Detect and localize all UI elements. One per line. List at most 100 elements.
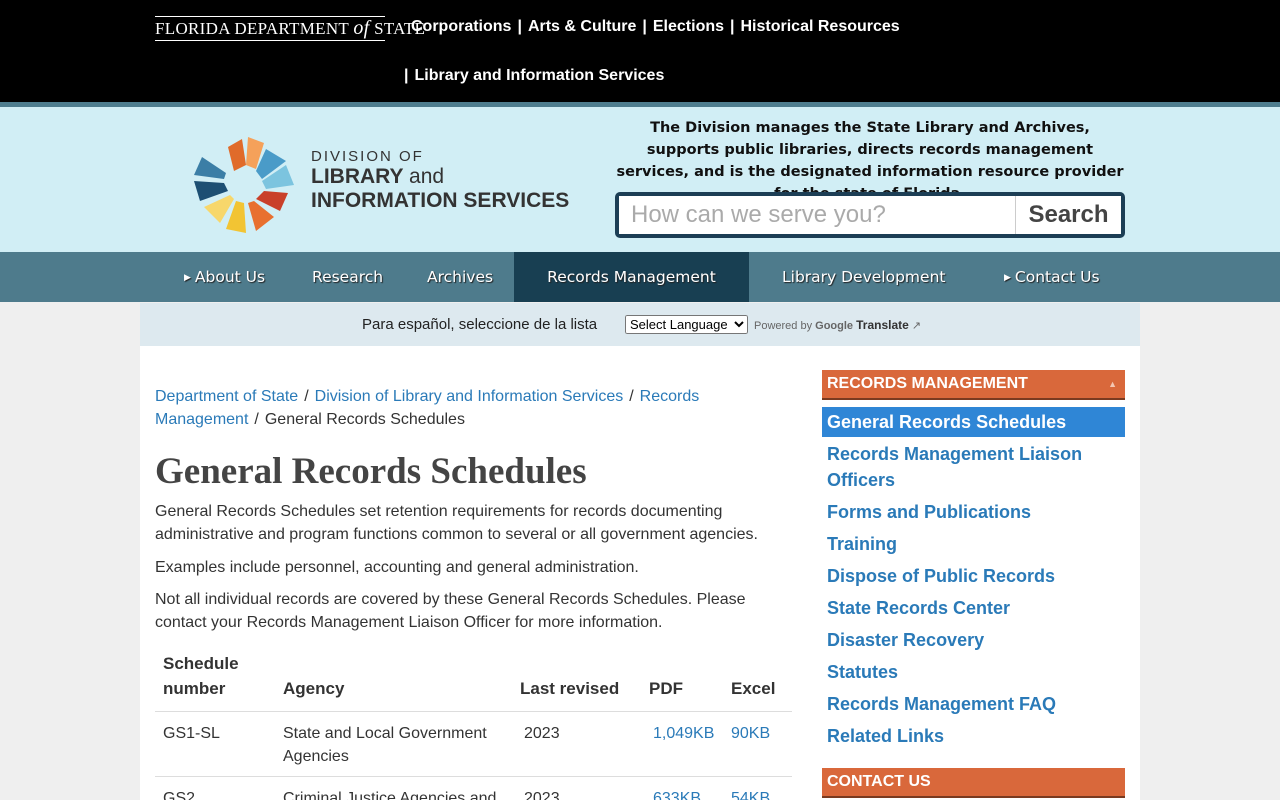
- nav-label: Research: [312, 268, 384, 286]
- nav-label: Contact Us: [1014, 268, 1100, 286]
- breadcrumb-division[interactable]: Division of Library and Information Serv…: [315, 388, 624, 405]
- external-link-icon: ↗: [911, 320, 922, 332]
- sidebar-heading-contact-us[interactable]: CONTACT US: [822, 768, 1125, 798]
- sidebar-item-training[interactable]: Training: [822, 529, 1125, 559]
- top-nav-row-2: | Library and Information Services: [398, 67, 664, 85]
- sidebar-item-general-records-schedules[interactable]: General Records Schedules: [822, 407, 1125, 437]
- collapse-up-icon[interactable]: ▲: [1108, 370, 1117, 398]
- page-title: General Records Schedules: [155, 451, 587, 492]
- site-search: Search: [615, 192, 1125, 238]
- sidebar-heading-label: RECORDS MANAGEMENT: [827, 375, 1028, 392]
- cell-schedule-number: GS1-SL: [155, 711, 275, 777]
- cell-agency: Criminal Justice Agencies and: [275, 776, 512, 800]
- search-button[interactable]: Search: [1015, 196, 1121, 234]
- breadcrumb-separator: /: [254, 411, 259, 428]
- logo-library: LIBRARY: [311, 165, 404, 188]
- sidebar-heading-label: CONTACT US: [827, 773, 931, 790]
- caret-right-icon: ▶: [1004, 273, 1011, 283]
- intro-paragraph: General Records Schedules set retention …: [155, 503, 758, 543]
- topnav-corporations[interactable]: Corporations: [411, 18, 511, 35]
- sidebar-heading-records-management[interactable]: RECORDS MANAGEMENT ▲: [822, 370, 1125, 400]
- nav-library-development[interactable]: Library Development: [782, 252, 945, 302]
- col-last-revised: Last revised: [512, 651, 641, 712]
- sidebar-item-liaison-officers[interactable]: Records Management Liaison Officers: [822, 439, 1125, 495]
- logo-text-part: FLORIDA DEPARTMENT: [155, 19, 349, 38]
- florida-department-of-state-logo[interactable]: FLORIDA DEPARTMENT of STATE: [155, 16, 425, 41]
- translate-bar: Para español, seleccione de la lista Sel…: [140, 303, 1140, 346]
- examples-paragraph: Examples include personnel, accounting a…: [155, 559, 639, 576]
- main-navigation: ▶ About Us Research Archives Records Mana…: [0, 252, 1280, 302]
- topnav-historical-resources[interactable]: Historical Resources: [741, 18, 900, 35]
- powered-by-text: Powered by: [754, 320, 813, 332]
- topnav-separator: |: [642, 18, 647, 35]
- division-logo-text[interactable]: DIVISION OF LIBRARY and INFORMATION SERV…: [311, 149, 569, 213]
- search-input[interactable]: [619, 196, 1015, 234]
- logo-line-1: DIVISION OF: [311, 148, 424, 165]
- cell-pdf: 1,049KB: [641, 711, 723, 777]
- nav-label: Archives: [427, 268, 494, 286]
- col-pdf: PDF: [641, 651, 723, 712]
- sidebar-menu: General Records Schedules Records Manage…: [822, 407, 1125, 751]
- logo-line-3: INFORMATION SERVICES: [311, 189, 570, 212]
- top-nav-row-1: Corporations | Arts & Culture | Elections | Hi…: [411, 18, 900, 36]
- google-translate-link[interactable]: Translate: [856, 318, 909, 332]
- cell-last-revised: 2023: [512, 776, 641, 800]
- cell-excel: 90KB: [723, 711, 792, 777]
- header-banner: DIVISION OF LIBRARY and INFORMATION SERV…: [0, 107, 1280, 252]
- main-content: Department of State / Division of Library …: [140, 346, 1140, 800]
- topnav-separator: |: [404, 67, 409, 84]
- table-row: GS2 Criminal Justice Agencies and 2023 6…: [155, 776, 792, 800]
- table-row: GS1-SL State and Local Government Agenci…: [155, 711, 792, 777]
- sidebar-item-disaster-recovery[interactable]: Disaster Recovery: [822, 625, 1125, 655]
- top-bar: FLORIDA DEPARTMENT of STATE Corporations…: [0, 0, 1280, 102]
- cell-last-revised: 2023: [512, 711, 641, 777]
- sidebar-item-state-records-center[interactable]: State Records Center: [822, 593, 1125, 623]
- topnav-separator: |: [517, 18, 522, 35]
- col-excel: Excel: [723, 651, 792, 712]
- excel-download-link[interactable]: 54KB: [731, 790, 770, 800]
- schedules-table: Schedule number Agency Last revised PDF …: [155, 651, 792, 800]
- topnav-arts-culture[interactable]: Arts & Culture: [528, 18, 636, 35]
- nav-label: About Us: [194, 268, 266, 286]
- logo-and: and: [409, 165, 445, 188]
- nav-label: Library Development: [782, 268, 946, 286]
- logo-text-of: of: [353, 17, 370, 39]
- caret-right-icon: ▶: [184, 273, 191, 283]
- col-schedule-number: Schedule number: [155, 651, 275, 712]
- coverage-paragraph: Not all individual records are covered b…: [155, 591, 746, 631]
- sidebar-item-faq[interactable]: Records Management FAQ: [822, 689, 1125, 719]
- sidebar-item-dispose-records[interactable]: Dispose of Public Records: [822, 561, 1125, 591]
- breadcrumb-current: General Records Schedules: [264, 411, 465, 428]
- cell-pdf: 633KB: [641, 776, 723, 800]
- sidebar-item-forms-publications[interactable]: Forms and Publications: [822, 497, 1125, 527]
- breadcrumb-separator: /: [629, 388, 634, 405]
- topnav-separator: |: [730, 18, 735, 35]
- breadcrumb-department-of-state[interactable]: Department of State: [155, 388, 298, 405]
- nav-archives[interactable]: Archives: [427, 252, 493, 302]
- google-logo-icon: Google: [815, 320, 854, 332]
- translate-label: Para español, seleccione de la lista: [362, 316, 598, 333]
- powered-by-google: Powered by Google Translate ↗: [754, 318, 921, 332]
- cell-agency: State and Local Government Agencies: [275, 711, 512, 777]
- topnav-library-information-services[interactable]: Library and Information Services: [414, 67, 664, 84]
- col-agency: Agency: [275, 651, 512, 712]
- sidebar-item-statutes[interactable]: Statutes: [822, 657, 1125, 687]
- sidebar-item-related-links[interactable]: Related Links: [822, 721, 1125, 751]
- pdf-download-link[interactable]: 633KB: [653, 790, 701, 800]
- excel-download-link[interactable]: 90KB: [731, 725, 770, 742]
- topnav-elections[interactable]: Elections: [653, 18, 724, 35]
- cell-schedule-number: GS2: [155, 776, 275, 800]
- nav-contact-us[interactable]: ▶ Contact Us: [1004, 252, 1100, 302]
- logo-line-2: LIBRARY and: [311, 165, 569, 189]
- breadcrumb: Department of State / Division of Library …: [155, 385, 735, 431]
- pdf-download-link[interactable]: 1,049KB: [653, 725, 714, 742]
- library-pinwheel-logo-icon[interactable]: [190, 135, 300, 235]
- cell-excel: 54KB: [723, 776, 792, 800]
- nav-about-us[interactable]: ▶ About Us: [184, 252, 265, 302]
- table-header-row: Schedule number Agency Last revised PDF …: [155, 651, 792, 712]
- nav-label: Records Management: [547, 268, 716, 286]
- breadcrumb-separator: /: [304, 388, 309, 405]
- nav-research[interactable]: Research: [312, 252, 383, 302]
- nav-records-management[interactable]: Records Management: [514, 252, 749, 302]
- language-select[interactable]: Select Language: [625, 315, 748, 334]
